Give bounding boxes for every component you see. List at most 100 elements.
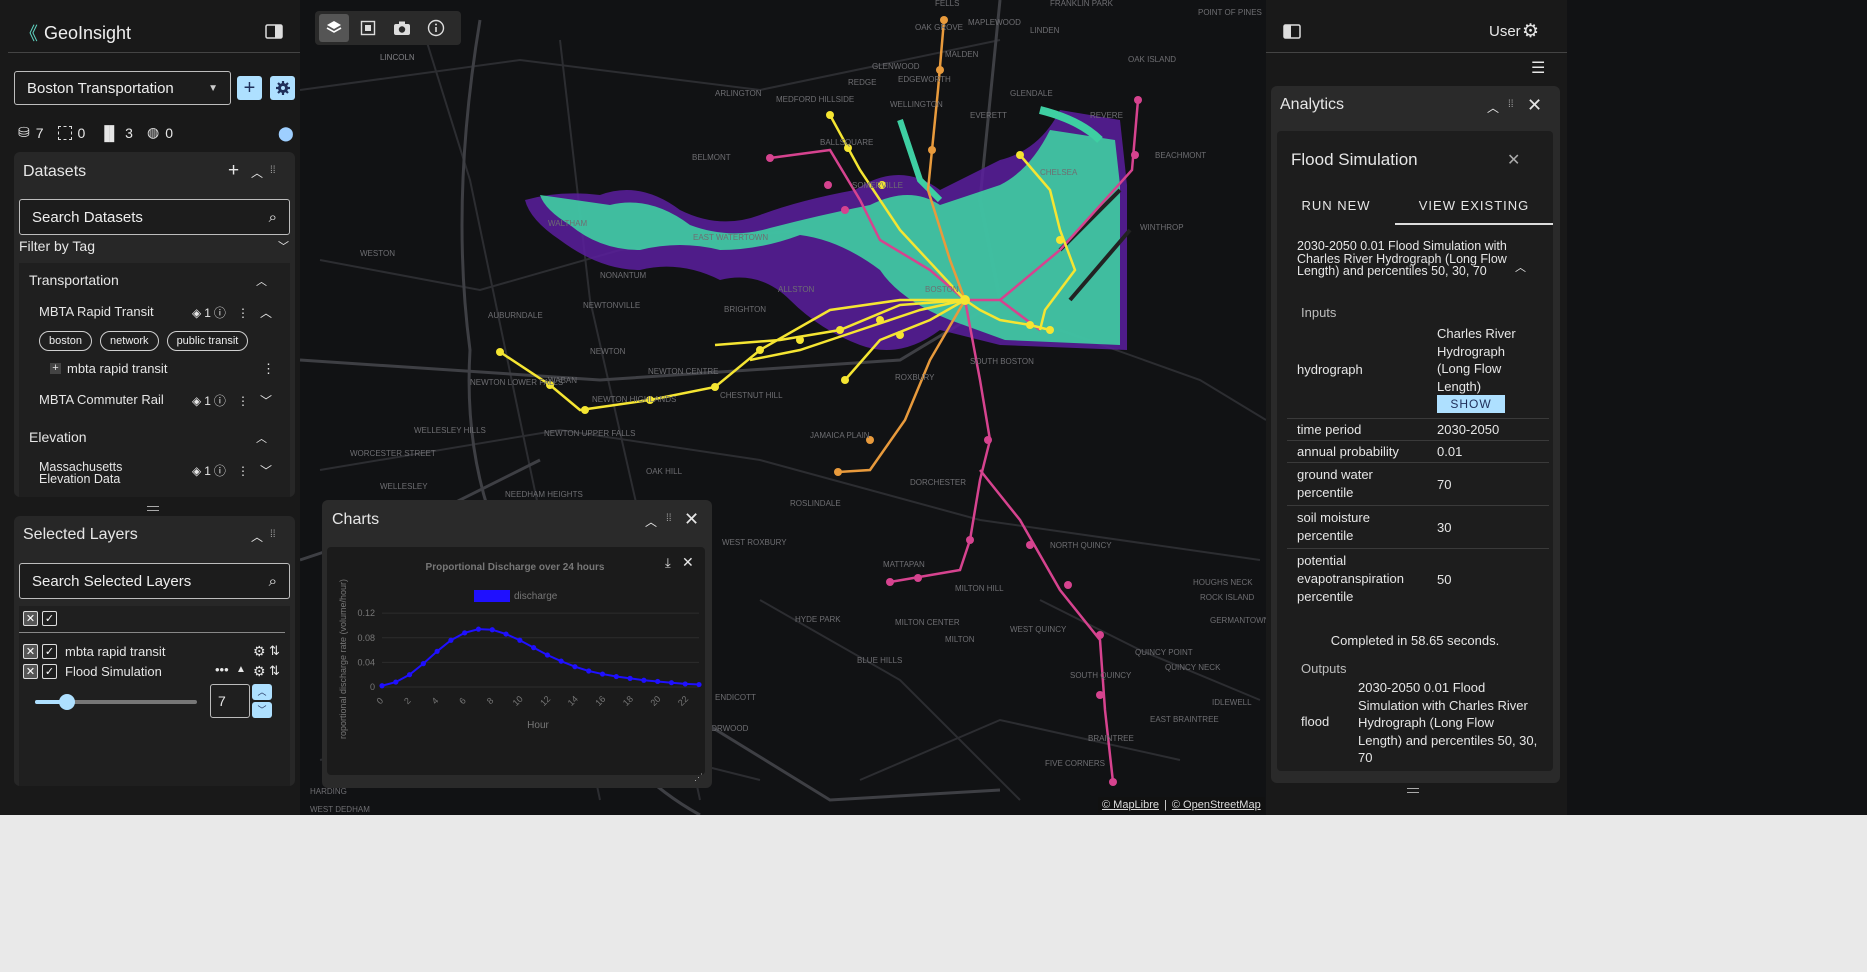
box-select-icon[interactable] <box>353 14 383 42</box>
data-point[interactable] <box>448 637 454 643</box>
layers-icon[interactable] <box>319 14 349 42</box>
chevron-up-icon[interactable]: ︿ <box>645 513 657 530</box>
stepper-down-button[interactable]: ﹀ <box>252 702 272 718</box>
project-select[interactable]: Boston Transportation ▼ <box>14 71 231 105</box>
tab-view-existing[interactable]: VIEW EXISTING <box>1395 198 1553 213</box>
collapse-right-sidebar-icon[interactable] <box>1283 24 1301 39</box>
stepper-input[interactable]: 7 <box>210 684 250 718</box>
chevron-up-icon[interactable]: ︿ <box>256 430 267 446</box>
data-point[interactable] <box>655 678 661 685</box>
data-point[interactable] <box>531 645 537 651</box>
resize-handle[interactable] <box>1407 788 1419 793</box>
data-point[interactable] <box>641 677 647 683</box>
drag-handle-icon[interactable]: ⁞⁞ <box>270 165 276 176</box>
dataset-mbta-rapid-transit[interactable]: MBTA Rapid Transit <box>39 304 154 319</box>
data-point[interactable] <box>544 652 550 658</box>
chevron-up-icon[interactable]: ︿ <box>251 528 263 545</box>
data-point[interactable] <box>586 668 592 674</box>
info-icon[interactable]: ⓘ <box>214 304 226 321</box>
data-point[interactable] <box>572 664 578 670</box>
filter-by-tag[interactable]: Filter by Tag ﹀ <box>19 238 289 254</box>
dataset-mbta-commuter-rail[interactable]: MBTA Commuter Rail <box>39 392 164 407</box>
data-point[interactable] <box>668 680 675 686</box>
menu-icon[interactable]: ☰ <box>1531 58 1545 78</box>
drag-handle-icon[interactable]: ⁞⁞ <box>666 513 672 524</box>
remove-layer-button[interactable]: ✕ <box>23 664 38 679</box>
data-point[interactable] <box>599 671 606 677</box>
data-point[interactable] <box>475 626 482 632</box>
opacity-slider[interactable] <box>35 694 197 710</box>
legend-swatch[interactable] <box>474 590 510 602</box>
data-point[interactable] <box>627 675 633 681</box>
data-point[interactable] <box>379 683 385 689</box>
result-title[interactable]: 2030-2050 0.01 Flood Simulation with Cha… <box>1297 240 1519 278</box>
reorder-icon[interactable]: ⇅ <box>269 663 280 679</box>
selected-layers-search-input[interactable]: Search Selected Layers ⌕ <box>19 563 290 599</box>
data-point[interactable] <box>462 630 468 636</box>
download-icon[interactable]: ⤓ <box>665 555 671 571</box>
tag-chip[interactable]: boston <box>39 331 93 351</box>
chevron-down-icon[interactable]: ﹀ <box>260 462 272 479</box>
user-settings-icon[interactable]: ⚙ <box>1522 20 1539 43</box>
reorder-icon[interactable]: ⇅ <box>269 643 280 659</box>
resize-handle[interactable] <box>147 506 159 511</box>
data-point[interactable] <box>489 627 495 633</box>
group-transportation[interactable]: Transportation <box>29 272 119 288</box>
chevron-up-icon[interactable]: ︿ <box>256 273 267 289</box>
tag-chip[interactable]: public transit <box>166 331 249 351</box>
close-icon[interactable]: ✕ <box>684 509 699 530</box>
datasets-search-input[interactable]: Search Datasets ⌕ <box>19 199 290 235</box>
maplibre-link[interactable]: © MapLibre <box>1102 799 1159 811</box>
camera-icon[interactable] <box>387 14 417 42</box>
data-point[interactable] <box>682 681 688 687</box>
slider-thumb[interactable] <box>59 694 76 710</box>
close-icon[interactable]: ✕ <box>1507 150 1520 170</box>
output-value[interactable]: 2030-2050 0.01 Flood Simulation with Cha… <box>1358 679 1538 767</box>
data-point[interactable] <box>503 631 509 637</box>
add-project-button[interactable]: + <box>237 76 262 100</box>
data-point[interactable] <box>613 673 619 680</box>
drag-handle-icon[interactable]: ⁞⁞ <box>270 529 276 540</box>
legend-label[interactable]: discharge <box>514 591 558 602</box>
info-icon[interactable]: ⓘ <box>214 392 226 409</box>
show-hydrograph-button[interactable]: SHOW <box>1437 395 1505 413</box>
toggle-all-checkbox[interactable]: ✓ <box>42 611 57 626</box>
osm-link[interactable]: © OpenStreetMap <box>1172 799 1261 811</box>
data-point[interactable] <box>696 681 702 688</box>
data-point[interactable] <box>434 648 440 654</box>
user-label[interactable]: User <box>1489 23 1521 40</box>
chevron-up-icon[interactable]: ▲ <box>236 664 246 675</box>
location-pin-icon[interactable]: ⬤ <box>278 125 294 142</box>
resize-corner-icon[interactable]: ⋰ <box>694 772 703 783</box>
gear-icon[interactable]: ⚙ <box>253 663 266 680</box>
chevron-down-icon[interactable]: ﹀ <box>260 392 272 409</box>
more-options-icon[interactable]: ⋮ <box>237 394 249 408</box>
gear-icon[interactable]: ⚙ <box>253 643 266 660</box>
layer-mbta-rapid-transit[interactable]: mbta rapid transit <box>67 361 167 376</box>
dataset-massachusetts-elevation[interactable]: Massachusetts Elevation Data <box>39 461 149 486</box>
more-horizontal-icon[interactable]: ••• <box>215 662 229 677</box>
data-point[interactable] <box>420 661 426 667</box>
tag-chip[interactable]: network <box>100 331 159 351</box>
chevron-up-icon[interactable]: ︿ <box>1515 259 1526 275</box>
close-icon[interactable]: ✕ <box>1527 95 1542 116</box>
data-point[interactable] <box>517 637 523 643</box>
drag-handle-icon[interactable]: ⁞⁞ <box>1508 99 1514 110</box>
add-dataset-button[interactable]: + <box>228 160 239 182</box>
data-point[interactable] <box>393 679 399 685</box>
more-options-icon[interactable]: ⋮ <box>237 306 249 320</box>
add-layer-icon[interactable]: + <box>50 363 61 374</box>
remove-layer-button[interactable]: ✕ <box>23 644 38 659</box>
layer-visibility-checkbox[interactable]: ✓ <box>42 664 57 679</box>
tab-run-new[interactable]: RUN NEW <box>1277 198 1395 213</box>
data-point[interactable] <box>406 672 413 678</box>
data-point[interactable] <box>558 658 564 664</box>
info-icon[interactable] <box>421 14 451 42</box>
close-chart-icon[interactable]: ✕ <box>682 554 694 571</box>
remove-all-checkbox[interactable]: ✕ <box>23 611 38 626</box>
more-options-icon[interactable]: ⋮ <box>237 464 249 478</box>
project-settings-button[interactable] <box>270 76 295 100</box>
group-elevation[interactable]: Elevation <box>29 429 87 445</box>
collapse-sidebar-icon[interactable] <box>265 24 283 39</box>
stepper-up-button[interactable]: ︿ <box>252 684 272 700</box>
